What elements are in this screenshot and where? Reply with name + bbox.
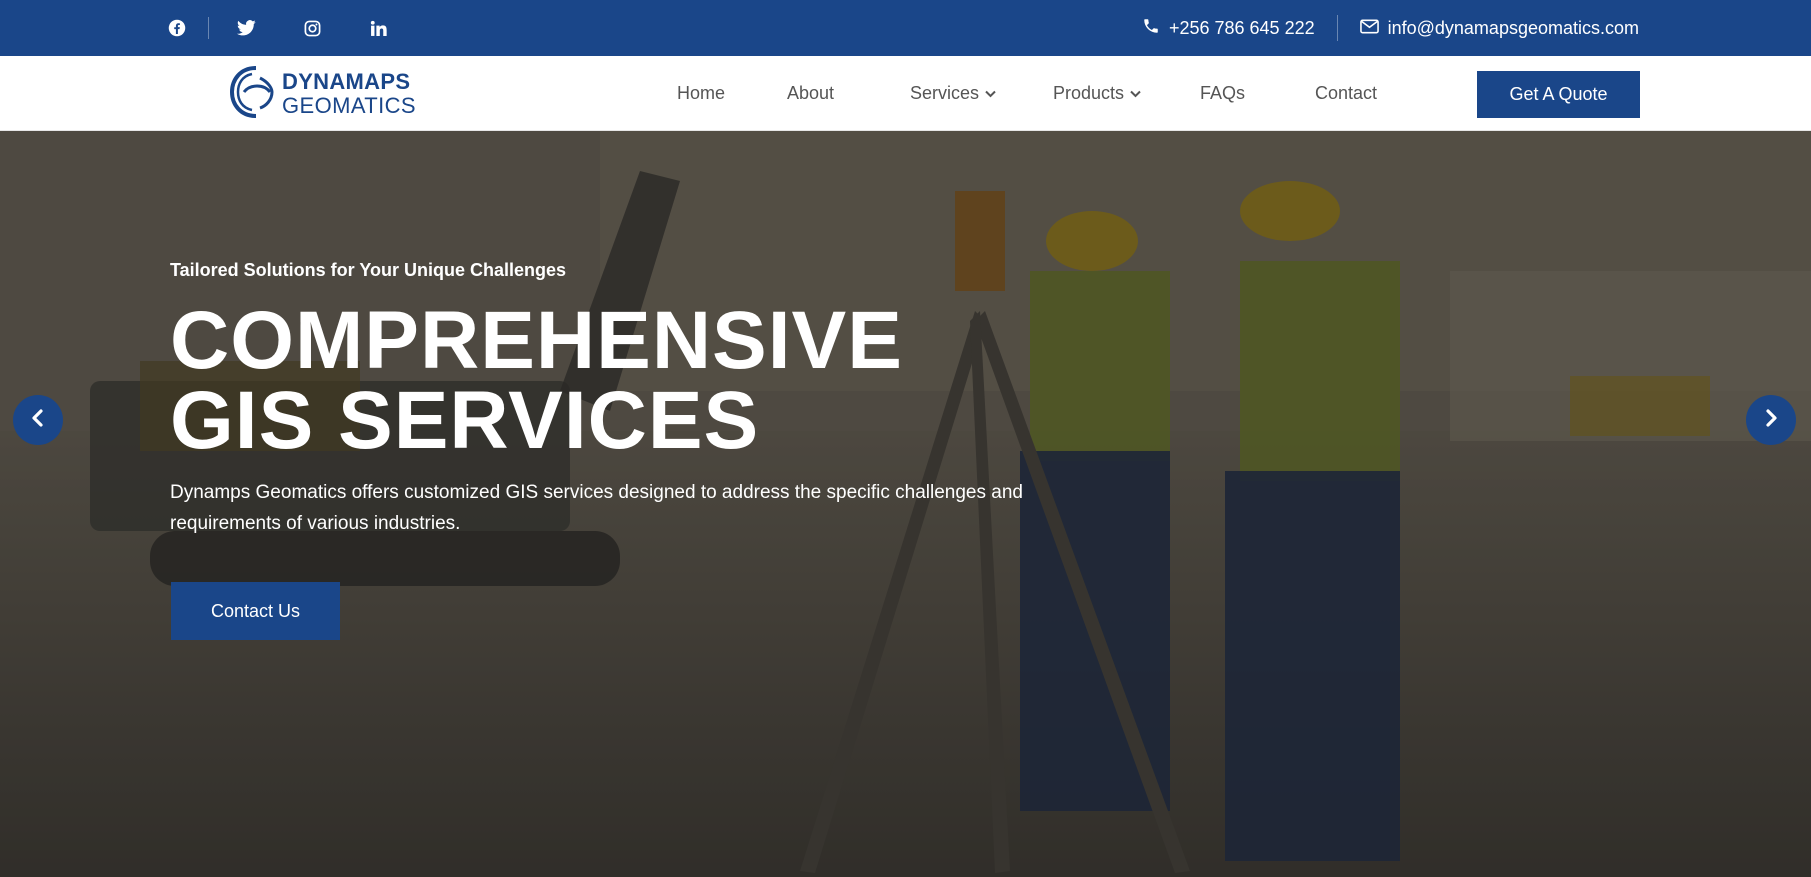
instagram-icon[interactable] (301, 17, 323, 39)
nav-services-label: Services (910, 83, 980, 103)
hero-slider: Tailored Solutions for Your Unique Chall… (0, 131, 1811, 877)
nav-faqs[interactable]: FAQs (1200, 56, 1245, 131)
get-a-quote-button[interactable]: Get A Quote (1477, 71, 1640, 118)
hero-headline-line-2: GIS SERVICES (170, 375, 760, 466)
logo-line-2: GEOMATICS (282, 93, 416, 118)
quote-button-label: Get A Quote (1509, 84, 1608, 104)
nav-about-label: About (787, 83, 835, 103)
social-divider (208, 17, 209, 39)
social-links (166, 0, 389, 56)
linkedin-icon[interactable] (367, 17, 389, 39)
logo-text: DYNAMAPS GEOMATICS (282, 71, 416, 117)
nav-products-label: Products (1053, 83, 1125, 103)
chevron-left-icon (31, 408, 45, 432)
hero-headline: COMPREHENSIVE GIS SERVICES (170, 295, 903, 466)
chevron-down-icon (985, 90, 996, 98)
logo-mark-icon (229, 64, 276, 125)
nav-products[interactable]: Products (1053, 56, 1141, 131)
logo-line-1: DYNAMAPS (282, 69, 411, 94)
hero-description: Dynamps Geomatics offers customized GIS … (170, 482, 1023, 534)
phone-link[interactable]: +256 786 645 222 (1142, 17, 1315, 40)
hero-headline-line-1: COMPREHENSIVE (170, 295, 903, 386)
nav-contact[interactable]: Contact (1315, 56, 1377, 131)
nav-services[interactable]: Services (910, 56, 996, 131)
contact-divider (1336, 15, 1338, 41)
contact-us-button[interactable]: Contact Us (171, 582, 340, 640)
envelope-icon (1359, 18, 1379, 39)
top-bar: +256 786 645 222 info@dynamapsgeomatics.… (0, 0, 1811, 56)
slider-next-button[interactable] (1746, 395, 1796, 445)
nav-contact-label: Contact (1315, 83, 1378, 103)
contact-info: +256 786 645 222 info@dynamapsgeomatics.… (1142, 0, 1639, 56)
facebook-icon[interactable] (166, 17, 188, 39)
hero-eyebrow: Tailored Solutions for Your Unique Chall… (170, 260, 567, 280)
site-logo[interactable]: DYNAMAPS GEOMATICS (229, 64, 416, 125)
email-link[interactable]: info@dynamapsgeomatics.com (1359, 17, 1639, 39)
phone-number: +256 786 645 222 (1168, 17, 1315, 38)
nav-home-label: Home (677, 83, 726, 103)
slider-prev-button[interactable] (13, 395, 63, 445)
chevron-right-icon (1764, 408, 1778, 432)
nav-about[interactable]: About (787, 56, 834, 131)
main-navbar: DYNAMAPS GEOMATICS Home About Services P… (0, 56, 1811, 131)
twitter-icon[interactable] (235, 17, 257, 39)
nav-home[interactable]: Home (677, 56, 725, 131)
contact-us-label: Contact Us (210, 600, 301, 621)
phone-icon (1142, 17, 1160, 40)
email-address: info@dynamapsgeomatics.com (1387, 17, 1639, 38)
chevron-down-icon (1130, 90, 1141, 98)
nav-faqs-label: FAQs (1200, 83, 1246, 103)
